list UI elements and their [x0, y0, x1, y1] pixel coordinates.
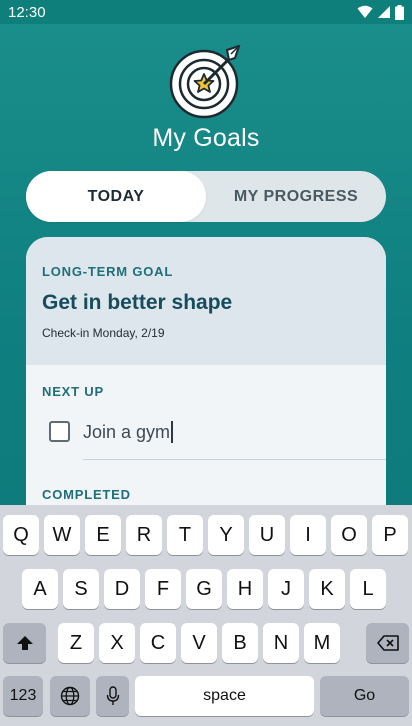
- key-w[interactable]: W: [44, 515, 80, 555]
- key-f[interactable]: F: [145, 569, 181, 609]
- backspace-key[interactable]: [366, 623, 409, 663]
- key-c[interactable]: C: [140, 623, 176, 663]
- signal-icon: [378, 6, 390, 18]
- shift-key[interactable]: [3, 623, 46, 663]
- tab-my-progress[interactable]: MY PROGRESS: [206, 171, 386, 222]
- status-bar: 12:30: [0, 0, 412, 24]
- space-key[interactable]: space: [135, 676, 314, 716]
- key-v[interactable]: V: [181, 623, 217, 663]
- backspace-icon: [376, 635, 399, 651]
- key-l[interactable]: L: [350, 569, 386, 609]
- task-input[interactable]: Join a gym: [83, 417, 373, 447]
- text-caret: [171, 421, 173, 443]
- wifi-icon: [357, 5, 373, 18]
- key-k[interactable]: K: [309, 569, 345, 609]
- task-input-underline: [83, 459, 386, 460]
- target-dart-logo: [169, 45, 241, 119]
- next-up-label: NEXT UP: [42, 384, 104, 399]
- numbers-key[interactable]: 123: [3, 676, 43, 716]
- key-n[interactable]: N: [263, 623, 299, 663]
- key-i[interactable]: I: [290, 515, 326, 555]
- status-time: 12:30: [8, 3, 46, 21]
- key-o[interactable]: O: [331, 515, 367, 555]
- key-r[interactable]: R: [126, 515, 162, 555]
- tab-bar: TODAY MY PROGRESS: [26, 171, 386, 222]
- key-h[interactable]: H: [227, 569, 263, 609]
- key-m[interactable]: M: [304, 623, 340, 663]
- microphone-icon: [106, 686, 119, 705]
- goal-card: LONG-TERM GOAL Get in better shape Check…: [26, 237, 386, 537]
- key-s[interactable]: S: [63, 569, 99, 609]
- key-b[interactable]: B: [222, 623, 258, 663]
- goal-card-header: LONG-TERM GOAL Get in better shape Check…: [26, 237, 386, 365]
- key-d[interactable]: D: [104, 569, 140, 609]
- key-q[interactable]: Q: [3, 515, 39, 555]
- key-g[interactable]: G: [186, 569, 222, 609]
- goal-title: Get in better shape: [42, 291, 233, 314]
- battery-icon: [395, 4, 404, 20]
- on-screen-keyboard: Q W E R T Y U I O P A S D F G H J K L Z …: [0, 505, 412, 726]
- shift-arrow-icon: [16, 636, 33, 650]
- key-e[interactable]: E: [85, 515, 121, 555]
- language-key[interactable]: [50, 676, 90, 716]
- long-term-goal-label: LONG-TERM GOAL: [42, 264, 174, 279]
- completed-label: COMPLETED: [42, 487, 131, 502]
- key-y[interactable]: Y: [208, 515, 244, 555]
- globe-icon: [60, 686, 80, 706]
- key-j[interactable]: J: [268, 569, 304, 609]
- key-u[interactable]: U: [249, 515, 285, 555]
- page-title: My Goals: [152, 124, 260, 152]
- key-t[interactable]: T: [167, 515, 203, 555]
- key-x[interactable]: X: [99, 623, 135, 663]
- go-key[interactable]: Go: [320, 676, 409, 716]
- tab-today[interactable]: TODAY: [26, 171, 206, 222]
- checkin-date: Check-in Monday, 2/19: [42, 326, 165, 340]
- microphone-key[interactable]: [96, 676, 129, 716]
- key-p[interactable]: P: [372, 515, 408, 555]
- status-icons: [357, 4, 404, 20]
- task-input-text: Join a gym: [83, 421, 171, 442]
- key-z[interactable]: Z: [58, 623, 94, 663]
- key-a[interactable]: A: [22, 569, 58, 609]
- task-checkbox[interactable]: [49, 421, 70, 442]
